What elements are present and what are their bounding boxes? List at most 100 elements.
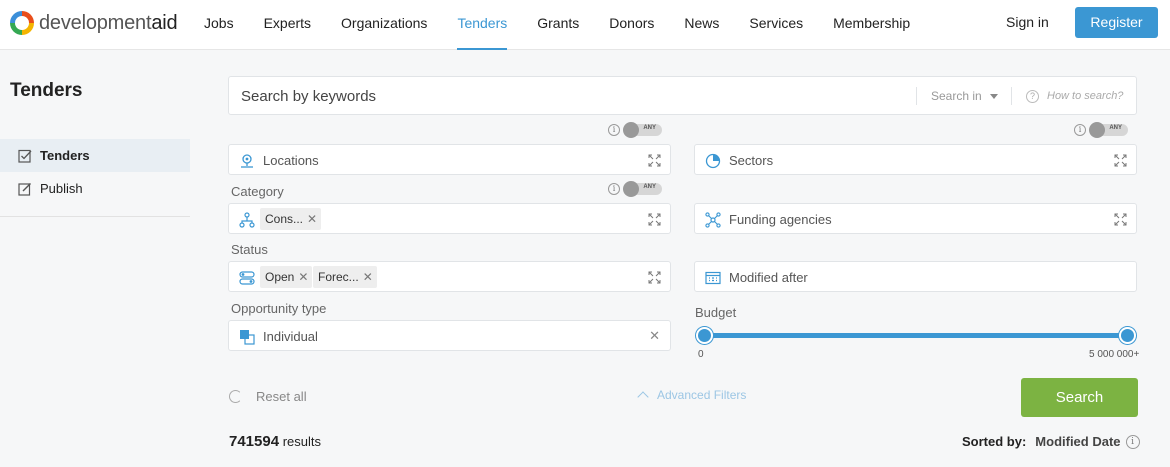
network-icon (705, 212, 721, 228)
caret-down-icon (989, 94, 998, 100)
sidebar-divider (0, 216, 190, 217)
expand-icon[interactable] (648, 213, 661, 226)
expand-icon[interactable] (648, 154, 661, 167)
keyword-search-box: Search by keywords Search in ? How to sea… (228, 76, 1137, 115)
results-number: 741594 (229, 433, 280, 450)
chip-label: Open (265, 270, 295, 284)
results-count: 741594 results (229, 433, 321, 450)
pie-chart-icon (705, 153, 721, 169)
main-nav: Jobs Experts Organizations Tenders Grant… (204, 0, 940, 50)
nav-tenders[interactable]: Tenders (457, 0, 507, 50)
locations-field[interactable]: Locations (228, 144, 671, 175)
checklist-icon (18, 149, 32, 163)
clear-icon[interactable]: ✕ (649, 328, 660, 344)
chip-label: Cons... (265, 212, 304, 226)
nav-news[interactable]: News (684, 0, 719, 50)
modified-after-field[interactable]: Modified after (694, 261, 1137, 292)
sectors-placeholder: Sectors (729, 153, 774, 168)
modified-after-placeholder: Modified after (729, 270, 808, 285)
help-icon: ? (1026, 89, 1039, 103)
sidebar-title: Tenders (10, 80, 83, 101)
register-button[interactable]: Register (1075, 7, 1158, 38)
reset-all-label: Reset all (256, 389, 307, 404)
chip-remove-icon[interactable]: ✕ (298, 270, 308, 284)
advanced-filters-label: Advanced Filters (657, 388, 747, 402)
budget-slider-min-handle[interactable] (696, 327, 713, 344)
nav-organizations[interactable]: Organizations (341, 0, 427, 50)
logo-ring-icon (10, 11, 34, 35)
toggle-label: ANY (643, 125, 656, 131)
category-any-toggle-group: i ANY (608, 181, 662, 197)
search-in-dropdown[interactable]: Search in (916, 87, 998, 105)
info-icon[interactable]: i (1074, 124, 1086, 136)
budget-slider-track[interactable] (704, 333, 1128, 338)
funding-agencies-field[interactable]: Funding agencies (694, 203, 1137, 234)
sort-value[interactable]: Modified Date (1035, 434, 1120, 449)
chevron-up-icon (637, 391, 649, 403)
locations-any-toggle-group: i ANY (608, 122, 662, 138)
category-field[interactable]: Cons... ✕ (228, 203, 671, 234)
reset-icon (229, 390, 242, 403)
squares-icon (239, 329, 255, 345)
edit-icon (18, 182, 32, 196)
chip-label: Forec... (318, 270, 359, 284)
funding-agencies-placeholder: Funding agencies (729, 212, 832, 227)
toggles-icon (239, 270, 255, 286)
nav-grants[interactable]: Grants (537, 0, 579, 50)
budget-max-value: 5 000 000+ (1089, 349, 1140, 360)
reset-all-button[interactable]: Reset all (229, 389, 307, 404)
nav-services[interactable]: Services (749, 0, 803, 50)
opportunity-type-value: Individual (263, 329, 318, 344)
category-label: Category (231, 184, 284, 199)
toggle-knob (1089, 122, 1105, 138)
logo-text-development: development (39, 11, 152, 34)
location-pin-icon (239, 153, 255, 169)
sectors-any-toggle-group: i ANY (1074, 122, 1128, 138)
logo-text-aid: aid (151, 11, 178, 34)
nav-membership[interactable]: Membership (833, 0, 910, 50)
sidebar-item-label: Publish (40, 181, 83, 196)
locations-placeholder: Locations (263, 153, 319, 168)
search-button[interactable]: Search (1021, 378, 1138, 417)
budget-slider-max-handle[interactable] (1119, 327, 1136, 344)
opportunity-type-field[interactable]: Individual ✕ (228, 320, 671, 351)
category-chip[interactable]: Cons... ✕ (260, 208, 322, 230)
chip-remove-icon[interactable]: ✕ (307, 212, 317, 226)
expand-icon[interactable] (648, 271, 661, 284)
status-field[interactable]: Open ✕ Forec... ✕ (228, 261, 671, 292)
toggle-label: ANY (1109, 125, 1122, 131)
how-to-search-link[interactable]: ? How to search? (1011, 87, 1123, 105)
expand-icon[interactable] (1114, 154, 1127, 167)
how-to-search-label: How to search? (1047, 90, 1124, 102)
info-icon[interactable]: i (608, 124, 620, 136)
toggle-knob (623, 122, 639, 138)
top-navbar: developmentaid Jobs Experts Organization… (0, 0, 1170, 50)
hierarchy-icon (239, 212, 255, 228)
opportunity-type-label: Opportunity type (231, 301, 327, 316)
status-chip-open[interactable]: Open ✕ (260, 266, 313, 288)
expand-icon[interactable] (1114, 213, 1127, 226)
category-any-toggle[interactable]: ANY (623, 181, 662, 197)
toggle-label: ANY (643, 184, 656, 190)
info-icon[interactable]: i (1125, 434, 1140, 449)
sort-control: Sorted by: Modified Date i (962, 434, 1144, 449)
search-in-label: Search in (931, 89, 982, 103)
advanced-filters-toggle[interactable]: Advanced Filters (637, 388, 747, 403)
locations-any-toggle[interactable]: ANY (623, 122, 662, 138)
calendar-icon (705, 270, 721, 286)
sectors-any-toggle[interactable]: ANY (1089, 122, 1128, 138)
sign-in-link[interactable]: Sign in (1006, 14, 1049, 30)
sidebar-item-publish[interactable]: Publish (0, 172, 190, 205)
search-input[interactable]: Search by keywords (241, 88, 376, 105)
chip-remove-icon[interactable]: ✕ (363, 270, 373, 284)
nav-experts[interactable]: Experts (264, 0, 311, 50)
sorted-by-label: Sorted by: (962, 434, 1027, 449)
status-chip-forecast[interactable]: Forec... ✕ (313, 266, 377, 288)
sectors-field[interactable]: Sectors (694, 144, 1137, 175)
developmentaid-logo[interactable]: developmentaid (10, 9, 178, 37)
info-icon[interactable]: i (608, 183, 620, 195)
nav-jobs[interactable]: Jobs (204, 0, 234, 50)
sidebar-item-tenders[interactable]: Tenders (0, 139, 190, 172)
budget-label: Budget (695, 305, 737, 320)
nav-donors[interactable]: Donors (609, 0, 654, 50)
